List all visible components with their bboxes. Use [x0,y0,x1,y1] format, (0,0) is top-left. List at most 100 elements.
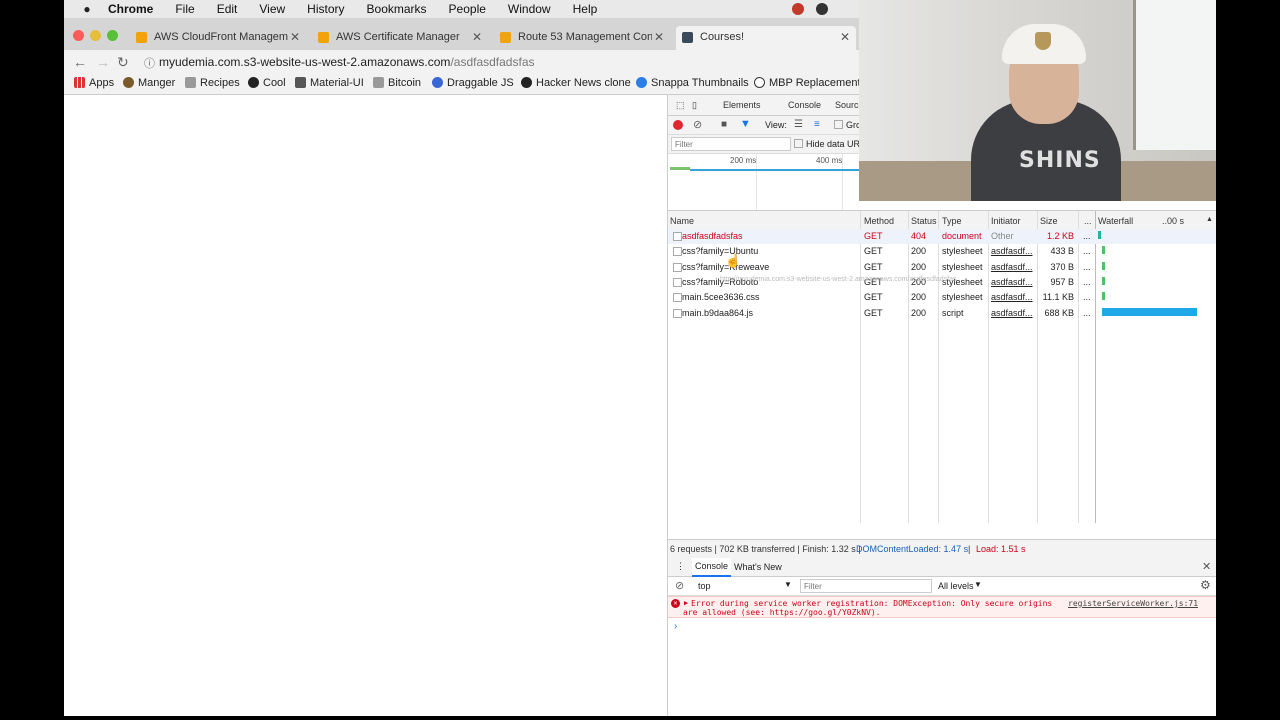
back-arrow-icon[interactable]: ← [73,54,87,70]
sort-up-icon[interactable]: ▲ [1206,216,1213,223]
cell-name[interactable]: main.b9daa864.js [682,308,852,318]
col-status[interactable]: Status [911,216,937,226]
log-levels-select[interactable]: All levels [938,581,974,591]
tab-cloudfront[interactable]: AWS CloudFront Management✕ [130,26,306,50]
close-window-icon[interactable] [73,30,84,41]
table-row[interactable]: main.b9daa864.js GET 200 script asdfasdf... 6… [668,306,1216,321]
bookmark-draggable-js[interactable]: Draggable JS [432,77,514,89]
cell-name[interactable]: asdfasdfadsfas [682,231,852,241]
tab-console[interactable]: Console [788,100,821,110]
bookmark-snappa-thumbnails[interactable]: Snappa Thumbnails [636,77,749,89]
col-method[interactable]: Method [864,216,894,226]
menu-window[interactable]: Window [508,2,551,16]
network-filter-input[interactable] [671,137,791,151]
bookmark-label: Hacker News clone [536,77,631,89]
info-icon[interactable]: ⓘ [144,55,155,71]
close-tab-icon[interactable]: ✕ [654,26,664,48]
bookmark-material-ui[interactable]: Material-UI [295,77,364,89]
col-more[interactable]: ... [1084,216,1092,226]
menu-help[interactable]: Help [573,2,598,16]
drawer-tab-console[interactable]: Console [692,558,732,577]
device-toolbar-icon[interactable]: ▯ [692,100,697,111]
menu-people[interactable]: People [449,2,486,16]
status-icon[interactable] [816,3,828,15]
filter-icon[interactable]: ▼ [740,118,751,130]
cell-initiator[interactable]: asdfasdf... [991,277,1033,287]
cell-name[interactable]: css?family=Kreweave [682,262,852,272]
bookmark-mbp-replacement[interactable]: MBP Replacement B [754,77,871,89]
menu-app-name[interactable]: Chrome [108,2,153,16]
bookmark-favicon-icon [432,77,443,88]
tab-elements[interactable]: Elements [723,100,761,110]
inspect-icon[interactable]: ⬚ [676,100,685,111]
cell-initiator[interactable]: asdfasdf... [991,246,1033,256]
cell-name[interactable]: main.5cee3636.css [682,292,852,302]
table-row[interactable]: css?family=Kreweave GET 200 stylesheet asdfa… [668,260,1216,275]
col-type[interactable]: Type [942,216,962,226]
close-tab-icon[interactable]: ✕ [472,26,482,48]
table-row[interactable]: main.5cee3636.css GET 200 stylesheet asdfasd… [668,290,1216,305]
reload-icon[interactable]: ↻ [117,54,129,71]
menu-bookmarks[interactable]: Bookmarks [367,2,427,16]
chevron-down-icon[interactable]: ▼ [974,580,982,589]
cell-initiator[interactable]: Other [991,231,1033,241]
table-row[interactable]: css?family=Ubuntu GET 200 stylesheet asdfasd… [668,244,1216,259]
menu-edit[interactable]: Edit [217,2,238,16]
chevron-down-icon[interactable]: ▼ [784,580,792,589]
bookmark-manger[interactable]: Manger [123,77,175,89]
bookmark-cool[interactable]: Cool [248,77,286,89]
console-filter-input[interactable] [800,579,932,593]
bookmark-label: Cool [263,77,286,89]
address-bar[interactable]: myudemia.com.s3-website-us-west-2.amazon… [159,52,939,72]
drawer-menu-icon[interactable]: ⋮ [676,561,685,572]
cell-initiator[interactable]: asdfasdf... [991,292,1033,302]
minimize-window-icon[interactable] [90,30,101,41]
cell-name[interactable]: css?family=Ubuntu [682,246,852,256]
request-table-header: Name Method Status Type Initiator Size .… [668,211,1216,230]
record-icon[interactable] [673,120,683,130]
menu-file[interactable]: File [175,2,194,16]
error-icon: ✕ [671,599,680,608]
console-context-select[interactable]: top [698,581,711,591]
tab-courses[interactable]: Courses! ✕ [676,26,856,50]
camera-icon[interactable]: ■ [721,119,727,130]
waterfall-view-icon[interactable]: ≡ [814,119,820,130]
status-icon[interactable] [792,3,804,15]
col-size[interactable]: Size [1040,216,1058,226]
close-tab-icon[interactable]: ✕ [290,26,300,48]
clear-console-icon[interactable]: ⊘ [675,579,684,592]
col-initiator[interactable]: Initiator [991,216,1021,226]
gear-icon[interactable]: ⚙ [1200,578,1211,592]
bookmark-hacker-news-clone[interactable]: Hacker News clone [521,77,631,89]
drawer-tab-whats-new[interactable]: What's New [734,562,782,572]
table-row[interactable]: asdfasdfadsfas GET 404 document Other 1.2 KB.… [668,229,1216,244]
apple-icon[interactable]: ● [80,2,94,16]
mouse-pointer-icon: ☝ [725,253,742,268]
cell-initiator[interactable]: asdfasdf... [991,308,1033,318]
list-view-icon[interactable]: ☰ [794,119,803,130]
col-waterfall[interactable]: Waterfall [1098,216,1133,226]
menu-view[interactable]: View [259,2,285,16]
file-icon [673,247,682,257]
clear-icon[interactable]: ⊘ [693,118,702,131]
close-tab-icon[interactable]: ✕ [840,26,850,48]
bookmark-recipes[interactable]: Recipes [185,77,240,89]
waterfall-bar [1102,276,1105,285]
group-checkbox[interactable] [834,120,843,129]
hide-data-urls-checkbox[interactable] [794,139,803,148]
tab-route53[interactable]: Route 53 Management Console✕ [494,26,670,50]
forward-arrow-icon[interactable]: → [96,54,110,70]
menu-history[interactable]: History [307,2,344,16]
bookmark-bitcoin[interactable]: Bitcoin [373,77,421,89]
zoom-window-icon[interactable] [107,30,118,41]
bookmark-apps[interactable]: Apps [74,77,114,89]
col-name[interactable]: Name [670,216,694,226]
close-drawer-icon[interactable]: ✕ [1202,560,1211,573]
error-text-line2[interactable]: are allowed (see: https://goo.gl/Y0ZkNV)… [683,608,880,617]
console-prompt[interactable]: › [668,621,1216,635]
bookmark-label: Snappa Thumbnails [651,77,749,89]
expand-triangle-icon[interactable]: ▶ [684,599,688,607]
tab-certificate-manager[interactable]: AWS Certificate Manager ✕ [312,26,488,50]
cell-initiator[interactable]: asdfasdf... [991,262,1033,272]
error-source-link[interactable]: registerServiceWorker.js:71 [1068,599,1198,608]
